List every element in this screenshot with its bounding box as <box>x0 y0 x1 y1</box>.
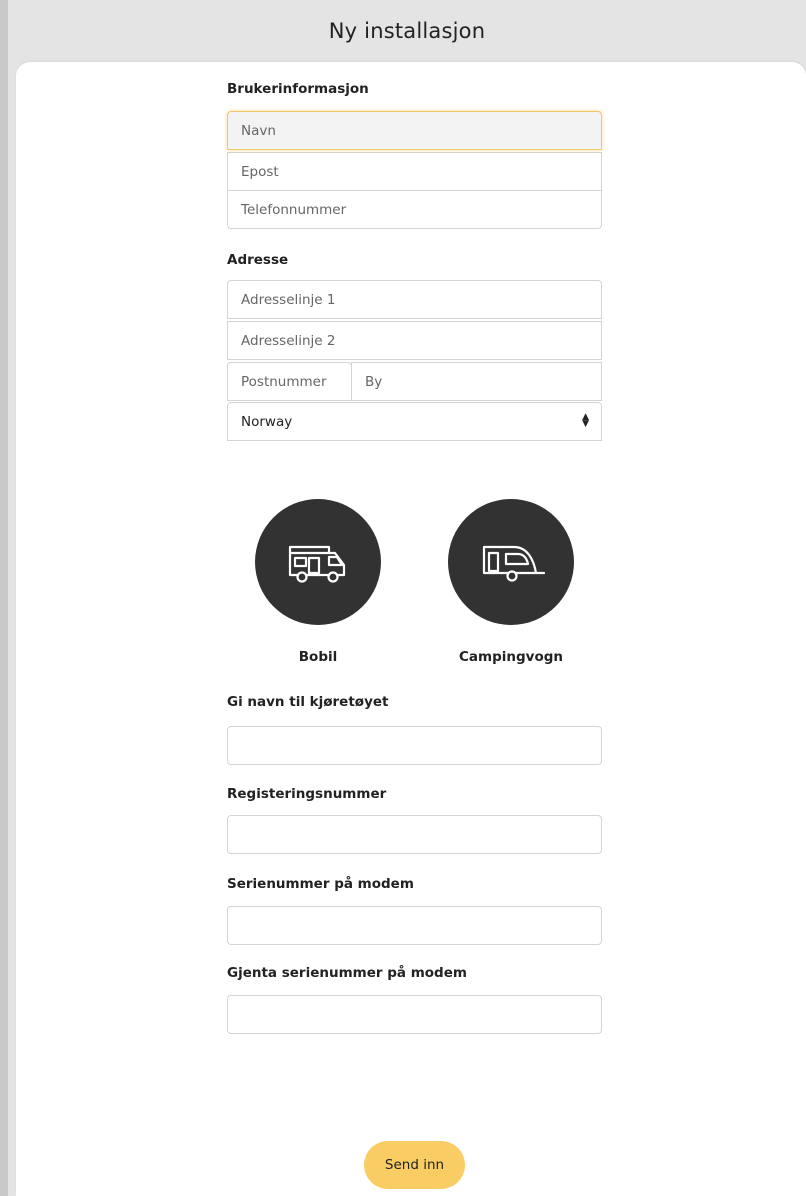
user-info-group <box>227 111 602 229</box>
serial-wrap <box>227 906 602 945</box>
serial-label: Serienummer på modem <box>227 876 414 892</box>
select-updown-icon: ▲ ▼ <box>582 412 589 429</box>
motorhome-button[interactable] <box>255 499 381 625</box>
email-input[interactable] <box>227 152 602 191</box>
country-select[interactable]: Norway ▲ ▼ <box>227 402 602 441</box>
postal-code-input[interactable] <box>227 362 352 401</box>
vehicle-name-label: Gi navn til kjøretøyet <box>227 694 389 710</box>
serial-repeat-input[interactable] <box>227 995 602 1034</box>
vehicle-name-input[interactable] <box>227 726 602 765</box>
vehicle-option-caravan[interactable]: Campingvogn <box>448 499 574 665</box>
country-select-value: Norway <box>227 402 602 441</box>
name-input[interactable] <box>227 111 602 150</box>
submit-button[interactable]: Send inn <box>364 1141 465 1189</box>
page-header: Ny installasjon <box>8 0 806 62</box>
motorhome-icon <box>288 545 346 583</box>
serial-input[interactable] <box>227 906 602 945</box>
postal-city-row <box>227 362 602 401</box>
vehicle-name-wrap <box>227 726 602 765</box>
serial-repeat-label: Gjenta serienummer på modem <box>227 965 467 981</box>
phone-input[interactable] <box>227 190 602 229</box>
registration-wrap <box>227 815 602 854</box>
city-input[interactable] <box>351 362 602 401</box>
vehicle-option-motorhome[interactable]: Bobil <box>255 499 381 665</box>
address-group: Norway ▲▼ <box>227 280 602 441</box>
address-line2-input[interactable] <box>227 321 602 360</box>
serial-repeat-wrap <box>227 995 602 1034</box>
motorhome-label: Bobil <box>298 649 338 665</box>
address-heading: Adresse <box>227 252 289 268</box>
window-edge <box>0 0 8 1196</box>
address-line1-input[interactable] <box>227 280 602 319</box>
page-title: Ny installasjon <box>328 19 486 43</box>
caravan-button[interactable] <box>448 499 574 625</box>
registration-input[interactable] <box>227 815 602 854</box>
user-info-heading: Brukerinformasjon <box>227 81 369 97</box>
caravan-label: Campingvogn <box>459 649 563 665</box>
caravan-icon <box>482 545 546 582</box>
registration-label: Registeringsnummer <box>227 786 387 802</box>
